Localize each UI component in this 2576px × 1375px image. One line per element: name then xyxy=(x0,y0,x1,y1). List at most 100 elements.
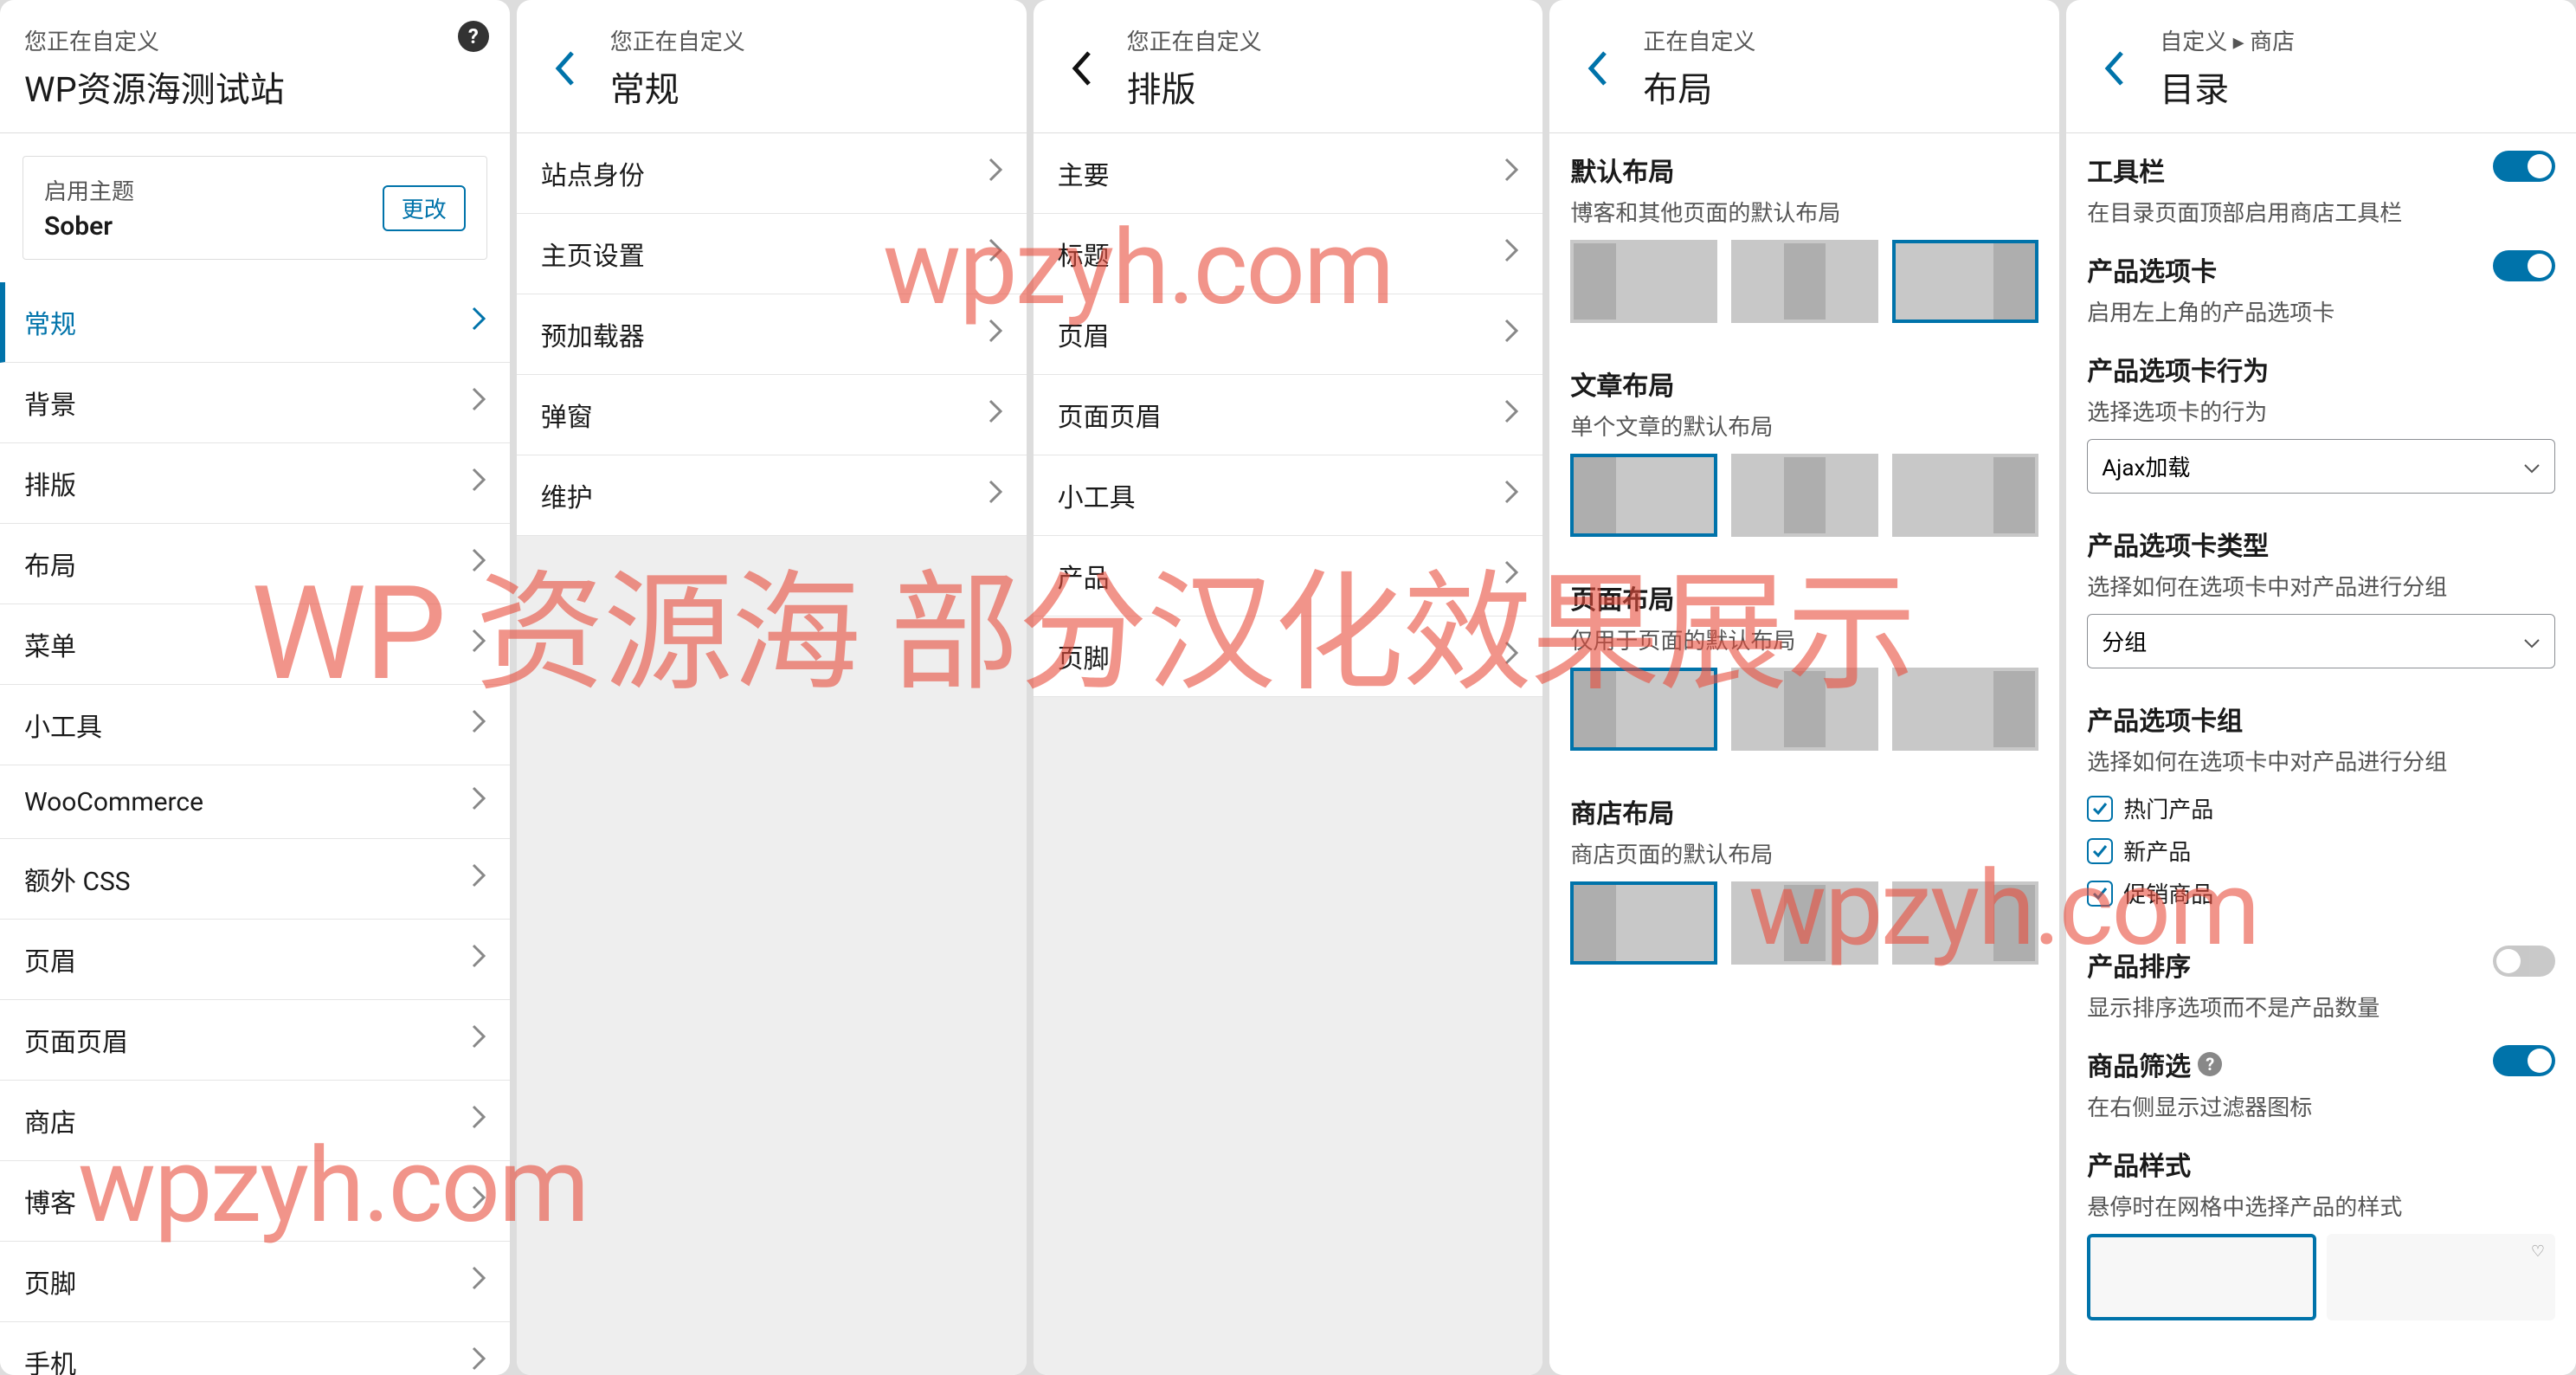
nav-label: 商店 xyxy=(24,1101,76,1139)
tabs-type-desc: 选择如何在选项卡中对产品进行分组 xyxy=(2087,570,2447,602)
chevron-right-icon xyxy=(989,238,1002,269)
nav-label: 页脚 xyxy=(24,1262,76,1301)
filter-toggle[interactable] xyxy=(2493,1045,2555,1076)
chevron-right-icon xyxy=(989,480,1002,511)
nav-item[interactable]: 主要 xyxy=(1034,133,1543,214)
nav-item[interactable]: 页脚 xyxy=(0,1242,510,1322)
nav-item[interactable]: 博客 xyxy=(0,1161,510,1242)
nav-item[interactable]: 站点身份 xyxy=(517,133,1027,214)
checkbox-row: 新产品 xyxy=(2087,830,2555,872)
nav-item[interactable]: 主页设置 xyxy=(517,214,1027,294)
chevron-right-icon xyxy=(472,387,486,418)
nav-item[interactable]: 商店 xyxy=(0,1081,510,1161)
customizer-general-panel: 您正在自定义 常规 站点身份主页设置预加载器弹窗维护 xyxy=(517,0,1027,1375)
tabs-behavior-desc: 选择选项卡的行为 xyxy=(2087,395,2269,427)
nav-item[interactable]: 页眉 xyxy=(1034,294,1543,375)
nav-item[interactable]: 菜单 xyxy=(0,604,510,685)
nav-item[interactable]: 排版 xyxy=(0,443,510,524)
nav-label: 产品 xyxy=(1058,557,1110,595)
chevron-right-icon xyxy=(989,319,1002,350)
nav-item[interactable]: 布局 xyxy=(0,524,510,604)
product-style-option-2[interactable]: ♡ xyxy=(2327,1234,2555,1320)
chevron-right-icon xyxy=(1504,560,1518,591)
layout-option[interactable] xyxy=(1731,454,1878,537)
theme-pre: 启用主题 xyxy=(44,174,134,206)
section-title: 文章布局 xyxy=(1570,365,2038,403)
layout-section: 页面布局仅用于页面的默认布局 xyxy=(1549,561,2059,775)
nav-label: 常规 xyxy=(24,303,76,341)
select-value: 分组 xyxy=(2102,625,2147,657)
back-button[interactable] xyxy=(1574,44,1622,93)
toolbar-toggle[interactable] xyxy=(2493,151,2555,182)
nav-item[interactable]: 常规 xyxy=(0,282,510,363)
layout-option[interactable] xyxy=(1892,668,2039,751)
layout-option[interactable] xyxy=(1731,881,1878,965)
style-title: 产品样式 xyxy=(2087,1145,2402,1183)
panel-pre: 您正在自定义 xyxy=(610,24,745,56)
layout-option[interactable] xyxy=(1570,881,1717,965)
chevron-right-icon xyxy=(1504,399,1518,430)
nav-item[interactable]: 页面页眉 xyxy=(1034,375,1543,455)
chevron-right-icon xyxy=(1504,158,1518,189)
product-style-option-1[interactable] xyxy=(2087,1234,2315,1320)
back-button[interactable] xyxy=(1058,44,1106,93)
filter-desc: 在右侧显示过滤器图标 xyxy=(2087,1090,2312,1122)
nav-item[interactable]: 预加载器 xyxy=(517,294,1027,375)
chevron-right-icon xyxy=(472,709,486,740)
chevron-down-icon xyxy=(2523,454,2541,480)
section-desc: 单个文章的默认布局 xyxy=(1570,410,2038,442)
chevron-right-icon xyxy=(1504,480,1518,511)
nav-item[interactable]: 页脚 xyxy=(1034,616,1543,697)
nav-item[interactable]: 页眉 xyxy=(0,920,510,1000)
layout-option[interactable] xyxy=(1892,881,2039,965)
layout-option[interactable] xyxy=(1892,240,2039,323)
sort-toggle[interactable] xyxy=(2493,946,2555,977)
nav-item[interactable]: 产品 xyxy=(1034,536,1543,616)
nav-item[interactable]: 页面页眉 xyxy=(0,1000,510,1081)
nav-item[interactable]: 维护 xyxy=(517,455,1027,536)
nav-item[interactable]: 额外 CSS xyxy=(0,839,510,920)
checkbox-label: 促销商品 xyxy=(2123,877,2213,909)
layout-option[interactable] xyxy=(1570,240,1717,323)
tabs-type-select[interactable]: 分组 xyxy=(2087,614,2555,668)
layout-option[interactable] xyxy=(1892,454,2039,537)
nav-item[interactable]: 标题 xyxy=(1034,214,1543,294)
nav-item[interactable]: 弹窗 xyxy=(517,375,1027,455)
layout-section: 商店布局商店页面的默认布局 xyxy=(1549,775,2059,989)
nav-item[interactable]: 小工具 xyxy=(1034,455,1543,536)
tabs-behavior-select[interactable]: Ajax加载 xyxy=(2087,439,2555,494)
change-theme-button[interactable]: 更改 xyxy=(383,185,466,231)
theme-name: Sober xyxy=(44,211,134,242)
customizer-typography-panel: 您正在自定义 排版 主要标题页眉页面页眉小工具产品页脚 xyxy=(1034,0,1543,1375)
back-button[interactable] xyxy=(541,44,589,93)
chevron-right-icon xyxy=(472,1346,486,1375)
layout-option[interactable] xyxy=(1731,668,1878,751)
nav-label: 弹窗 xyxy=(541,396,593,434)
layout-option[interactable] xyxy=(1570,668,1717,751)
chevron-right-icon xyxy=(472,629,486,660)
nav-label: 维护 xyxy=(541,476,593,514)
nav-label: 页面页眉 xyxy=(24,1021,128,1059)
checkbox[interactable] xyxy=(2087,838,2113,864)
checkbox[interactable] xyxy=(2087,796,2113,822)
checkbox[interactable] xyxy=(2087,881,2113,907)
back-button[interactable] xyxy=(2090,44,2139,93)
help-icon[interactable]: ? xyxy=(458,21,489,52)
chevron-right-icon xyxy=(1504,238,1518,269)
layout-section: 默认布局博客和其他页面的默认布局 xyxy=(1549,133,2059,347)
layout-option[interactable] xyxy=(1731,240,1878,323)
tabs-toggle[interactable] xyxy=(2493,250,2555,281)
panel-breadcrumb: 自定义 ▸ 商店 xyxy=(2160,24,2295,56)
layout-section: 文章布局单个文章的默认布局 xyxy=(1549,347,2059,561)
checkbox-row: 热门产品 xyxy=(2087,787,2555,830)
chevron-down-icon xyxy=(2523,629,2541,655)
nav-item[interactable]: 手机 xyxy=(0,1322,510,1375)
tabs-title: 产品选项卡 xyxy=(2087,250,2334,288)
help-icon[interactable]: ? xyxy=(2198,1052,2222,1076)
nav-label: 菜单 xyxy=(24,625,76,663)
nav-item[interactable]: 小工具 xyxy=(0,685,510,765)
layout-option[interactable] xyxy=(1570,454,1717,537)
nav-item[interactable]: 背景 xyxy=(0,363,510,443)
chevron-right-icon xyxy=(989,399,1002,430)
nav-item[interactable]: WooCommerce xyxy=(0,765,510,839)
